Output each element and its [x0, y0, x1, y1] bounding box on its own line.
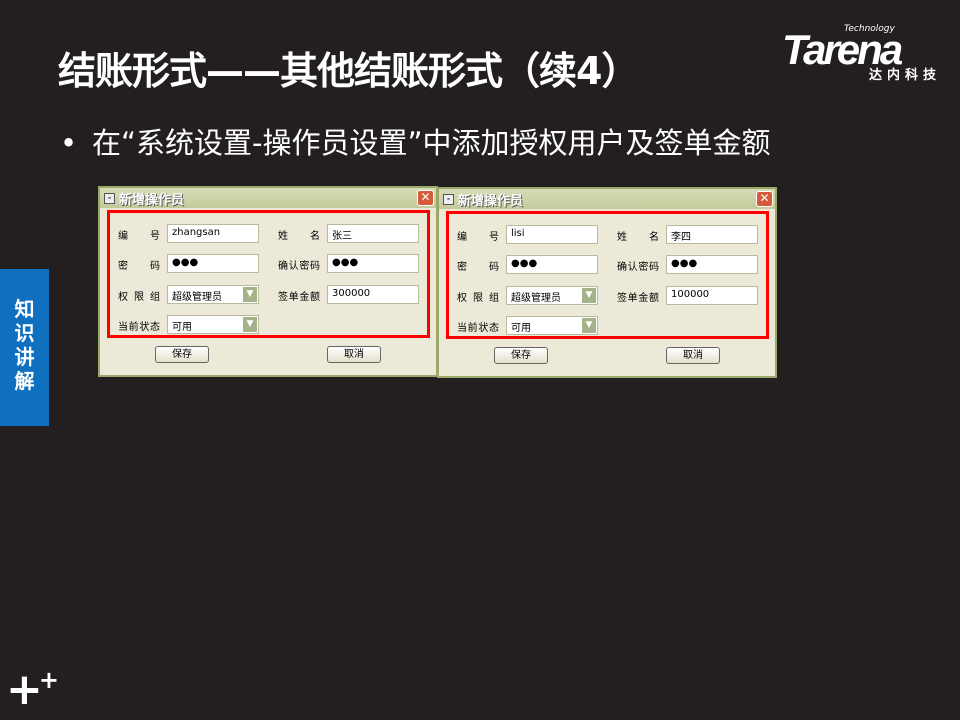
id-input[interactable]: zhangsan [167, 224, 259, 243]
slide-title: 结账形式——其他结账形式（续4） [58, 49, 639, 93]
pwd-input[interactable]: ●●● [167, 254, 259, 273]
tarena-logo: Tarena Technology 达内科技 [782, 22, 947, 83]
name-input[interactable]: 李四 [666, 225, 758, 244]
plus-logo-icon: ++ [6, 664, 59, 715]
amount-value: 100000 [671, 289, 710, 300]
save-button[interactable]: 保存 [155, 346, 209, 363]
name-input[interactable]: 张三 [327, 224, 419, 243]
chevron-down-icon[interactable]: ▼ [582, 318, 596, 333]
label-confirm: 确认密码 [617, 262, 659, 273]
label-confirm: 确认密码 [278, 261, 320, 272]
confirm-value: ●●● [332, 257, 359, 268]
group-value: 超级管理员 [511, 293, 561, 304]
label-group: 权限组 [118, 292, 160, 303]
chevron-down-icon[interactable]: ▼ [243, 317, 257, 332]
pwd-value: ●●● [172, 257, 199, 268]
id-value: zhangsan [172, 227, 221, 238]
new-operator-dialog: - 新增操作员 ✕ 编号 lisi 密码 ●●● 权限组 超级管理员 ▼ 当前状态 可用 ▼ … [437, 187, 777, 378]
amount-value: 300000 [332, 288, 371, 299]
label-amount: 签单金额 [617, 293, 659, 304]
chevron-down-icon[interactable]: ▼ [243, 287, 257, 302]
save-button[interactable]: 保存 [494, 347, 548, 364]
bullet-text: 在“系统设置-操作员设置”中添加授权用户及签单金额 [92, 126, 771, 160]
bullet-item: • 在“系统设置-操作员设置”中添加授权用户及签单金额 [60, 120, 771, 162]
amount-input[interactable]: 300000 [327, 285, 419, 304]
close-button[interactable]: ✕ [756, 191, 773, 207]
new-operator-dialog: - 新增操作员 ✕ 编号 zhangsan 密码 ●●● 权限组 超级管理员 ▼ 当前状态… [98, 186, 438, 377]
label-id: 编号 [118, 231, 160, 242]
group-select[interactable]: 超级管理员 ▼ [167, 285, 259, 304]
label-pwd: 密码 [457, 262, 499, 273]
label-pwd: 密码 [118, 261, 160, 272]
pwd-input[interactable]: ●●● [506, 255, 598, 274]
window-menu-icon[interactable]: - [104, 192, 115, 204]
label-status: 当前状态 [118, 322, 160, 333]
id-input[interactable]: lisi [506, 225, 598, 244]
name-value: 李四 [671, 232, 691, 243]
dialog-title: 新增操作员 [119, 192, 185, 208]
label-status: 当前状态 [457, 323, 499, 334]
name-value: 张三 [332, 231, 352, 242]
id-value: lisi [511, 228, 525, 239]
side-tab: 知识讲解 [0, 269, 49, 426]
close-button[interactable]: ✕ [417, 190, 434, 206]
logo-cn: 达内科技 [868, 68, 941, 83]
cancel-button[interactable]: 取消 [666, 347, 720, 364]
label-name: 姓名 [617, 232, 659, 243]
confirm-value: ●●● [671, 258, 698, 269]
label-id: 编号 [457, 232, 499, 243]
label-amount: 签单金额 [278, 292, 320, 303]
bullet-dot: • [60, 126, 78, 160]
cancel-button[interactable]: 取消 [327, 346, 381, 363]
title-bar[interactable]: - 新增操作员 [439, 189, 775, 209]
label-name: 姓名 [278, 231, 320, 242]
title-bar[interactable]: - 新增操作员 [100, 188, 436, 208]
label-group: 权限组 [457, 293, 499, 304]
dialog-title: 新增操作员 [458, 193, 524, 209]
amount-input[interactable]: 100000 [666, 286, 758, 305]
confirm-input[interactable]: ●●● [666, 255, 758, 274]
status-select[interactable]: 可用 ▼ [506, 316, 598, 335]
window-menu-icon[interactable]: - [443, 193, 454, 205]
group-value: 超级管理员 [172, 292, 222, 303]
chevron-down-icon[interactable]: ▼ [582, 288, 596, 303]
logo-tech: Technology [844, 24, 895, 34]
confirm-input[interactable]: ●●● [327, 254, 419, 273]
status-value: 可用 [511, 323, 531, 334]
status-select[interactable]: 可用 ▼ [167, 315, 259, 334]
status-value: 可用 [172, 322, 192, 333]
pwd-value: ●●● [511, 258, 538, 269]
group-select[interactable]: 超级管理员 ▼ [506, 286, 598, 305]
